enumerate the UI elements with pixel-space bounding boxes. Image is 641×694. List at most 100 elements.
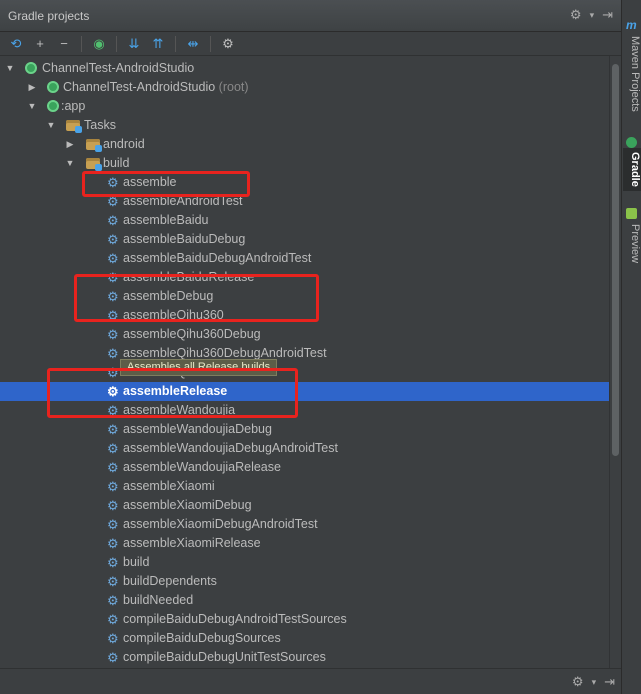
- tree-task-assemble-xiaomi[interactable]: ⚙ assembleXiaomi: [0, 477, 609, 496]
- android-preview-icon: [626, 208, 637, 219]
- gear-icon: ⚙: [107, 631, 119, 646]
- gear-icon: ⚙: [107, 536, 119, 551]
- task-label: compileBaiduDebugAndroidTestSources: [123, 612, 347, 626]
- tree-task-assemble-wandoujia-debug[interactable]: ⚙ assembleWandoujiaDebug: [0, 420, 609, 439]
- settings-icon[interactable]: ⚙: [218, 34, 238, 54]
- tree-task-assemble-wandoujia-debug-android-test[interactable]: ⚙ assembleWandoujiaDebugAndroidTest: [0, 439, 609, 458]
- tree-task-compile-baidu-debug-sources[interactable]: ⚙ compileBaiduDebugSources: [0, 629, 609, 648]
- expand-arrow-icon[interactable]: ▼: [46, 116, 56, 135]
- task-label: compileBaiduDebugUnitTestSources: [123, 650, 326, 664]
- maven-logo-icon: m: [626, 18, 637, 32]
- tab-gradle[interactable]: Gradle: [623, 148, 641, 191]
- dropdown-icon[interactable]: ▾: [592, 677, 597, 690]
- toolbar-divider: [210, 35, 211, 52]
- tree-task-build-needed[interactable]: ⚙ buildNeeded: [0, 591, 609, 610]
- gear-icon: ⚙: [107, 612, 119, 627]
- panel-title: Gradle projects: [8, 9, 90, 23]
- task-label: buildDependents: [123, 574, 217, 588]
- task-label: assembleXiaomiRelease: [123, 536, 261, 550]
- tree-node-tasks[interactable]: ▼ Tasks: [0, 116, 609, 135]
- task-label: assembleBaidu: [123, 213, 209, 227]
- tree-task-assemble-xiaomi-release[interactable]: ⚙ assembleXiaomiRelease: [0, 534, 609, 553]
- gear-icon: ⚙: [107, 574, 119, 589]
- tree-node-label: Tasks: [84, 118, 116, 132]
- gear-icon: ⚙: [107, 479, 119, 494]
- scrollbar-thumb[interactable]: [612, 64, 619, 456]
- task-label: assembleXiaomiDebug: [123, 498, 252, 512]
- gradle-project-icon: [47, 81, 59, 93]
- right-tool-strip: m Maven Projects Gradle Preview: [621, 0, 641, 694]
- annotation-box-assemble: [82, 171, 250, 197]
- gradle-project-icon: [25, 62, 37, 74]
- tree-task-assemble-xiaomi-debug-android-test[interactable]: ⚙ assembleXiaomiDebugAndroidTest: [0, 515, 609, 534]
- gear-icon: ⚙: [107, 593, 119, 608]
- collapsed-arrow-icon[interactable]: ▶: [27, 78, 37, 97]
- expand-all-icon[interactable]: ⇊: [124, 34, 144, 54]
- task-label: build: [123, 555, 150, 569]
- expand-arrow-icon[interactable]: ▼: [65, 154, 75, 173]
- tab-preview[interactable]: Preview: [623, 220, 641, 267]
- pin-icon[interactable]: ⇥: [602, 7, 613, 23]
- tree-task-assemble-baidu-debug-android-test[interactable]: ⚙ assembleBaiduDebugAndroidTest: [0, 249, 609, 268]
- gradle-toolbar: ⟲ + − ◉ ⇊ ⇈ ⇹ ⚙: [0, 32, 621, 56]
- tree-node-module[interactable]: ▼ :app: [0, 97, 609, 116]
- tree-task-assemble-baidu[interactable]: ⚙ assembleBaidu: [0, 211, 609, 230]
- folder-icon: [66, 120, 82, 133]
- gear-icon: ⚙: [107, 517, 119, 532]
- tree-task-assemble-wandoujia-release[interactable]: ⚙ assembleWandoujiaRelease: [0, 458, 609, 477]
- toolbar-divider: [175, 35, 176, 52]
- tree-node-label: :app: [61, 99, 86, 113]
- gradle-run-icon[interactable]: ◉: [89, 34, 109, 54]
- link-icon[interactable]: ⇹: [183, 34, 203, 54]
- gear-icon: ⚙: [107, 441, 119, 456]
- gradle-tree[interactable]: ▼ ChannelTest-AndroidStudio ▶ ChannelTes…: [0, 58, 609, 668]
- remove-icon[interactable]: −: [54, 34, 74, 54]
- tree-task-assemble-baidu-debug[interactable]: ⚙ assembleBaiduDebug: [0, 230, 609, 249]
- toolbar-divider: [81, 35, 82, 52]
- tree-task-build-dependents[interactable]: ⚙ buildDependents: [0, 572, 609, 591]
- expand-arrow-icon[interactable]: ▼: [27, 97, 37, 116]
- root-suffix: (root): [218, 80, 249, 94]
- task-label: assembleBaiduDebug: [123, 232, 246, 246]
- expand-arrow-icon[interactable]: ▼: [5, 59, 15, 78]
- tab-maven-projects[interactable]: Maven Projects: [623, 32, 641, 116]
- gear-icon: ⚙: [107, 422, 119, 437]
- folder-icon: [86, 139, 102, 152]
- bottom-bar: ⚙ ▾ ⇥: [0, 668, 621, 694]
- gear-icon: ⚙: [107, 555, 119, 570]
- tree-node-root-project[interactable]: ▶ ChannelTest-AndroidStudio (root): [0, 78, 609, 97]
- gear-icon[interactable]: ⚙: [570, 7, 582, 23]
- folder-icon: [86, 158, 102, 171]
- gear-icon: ⚙: [107, 251, 119, 266]
- tree-task-compile-baidu-debug-android-test-sources[interactable]: ⚙ compileBaiduDebugAndroidTestSources: [0, 610, 609, 629]
- tree-task-build[interactable]: ⚙ build: [0, 553, 609, 572]
- gear-icon[interactable]: ⚙: [572, 674, 584, 690]
- task-label: assembleQihu360Debug: [123, 327, 261, 341]
- tree-node-android[interactable]: ▶ android: [0, 135, 609, 154]
- task-label: assembleXiaomi: [123, 479, 215, 493]
- collapse-all-icon[interactable]: ⇈: [148, 34, 168, 54]
- gear-icon: ⚙: [107, 460, 119, 475]
- refresh-icon[interactable]: ⟲: [6, 34, 26, 54]
- tree-node-root[interactable]: ▼ ChannelTest-AndroidStudio: [0, 59, 609, 78]
- gear-icon: ⚙: [107, 498, 119, 513]
- task-label: assembleWandoujiaDebug: [123, 422, 272, 436]
- dropdown-icon[interactable]: ▾: [590, 10, 595, 23]
- annotation-box-assemble-release: [47, 368, 298, 418]
- task-label: buildNeeded: [123, 593, 194, 607]
- gear-icon: ⚙: [107, 232, 119, 247]
- collapsed-arrow-icon[interactable]: ▶: [65, 135, 75, 154]
- gear-icon: ⚙: [107, 213, 119, 228]
- gear-icon: ⚙: [107, 346, 119, 361]
- add-icon[interactable]: +: [30, 34, 50, 54]
- gradle-module-icon: [47, 100, 59, 112]
- tree-task-assemble-qihu-360debug[interactable]: ⚙ assembleQihu360Debug: [0, 325, 609, 344]
- hide-icon[interactable]: ⇥: [604, 674, 615, 690]
- tree-task-compile-baidu-debug-unit-test-sources[interactable]: ⚙ compileBaiduDebugUnitTestSources: [0, 648, 609, 667]
- tree-task-assemble-qihu-360debug-android-test[interactable]: ⚙ assembleQihu360DebugAndroidTest: [0, 344, 609, 363]
- tree-task-assemble-xiaomi-debug[interactable]: ⚙ assembleXiaomiDebug: [0, 496, 609, 515]
- tree-node-label: ChannelTest-AndroidStudio: [42, 61, 195, 75]
- tree-node-label: ChannelTest-AndroidStudio: [63, 80, 216, 94]
- task-label: assembleWandoujiaDebugAndroidTest: [123, 441, 338, 455]
- task-label: assembleBaiduDebugAndroidTest: [123, 251, 312, 265]
